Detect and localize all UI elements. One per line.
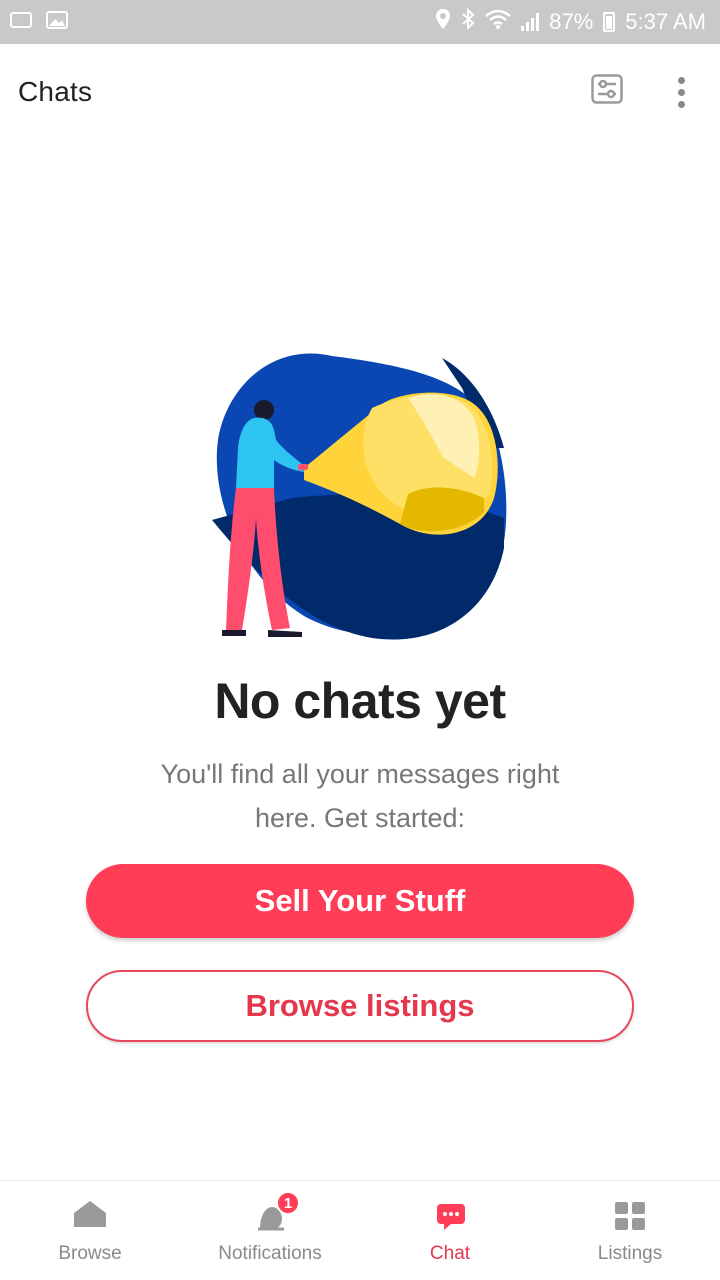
- location-icon: [435, 8, 451, 36]
- bottom-navigation: Browse 1 Notifications Chat Listings: [0, 1180, 720, 1280]
- filter-button[interactable]: [586, 72, 628, 110]
- home-icon: [72, 1199, 108, 1234]
- more-vert-icon: [677, 76, 685, 108]
- listings-icon: [614, 1201, 646, 1236]
- status-bar: 87% 5:37 AM: [0, 0, 720, 44]
- page-title: Chats: [18, 76, 93, 107]
- nav-label-browse: Browse: [58, 1243, 122, 1264]
- nav-label-notifications: Notifications: [218, 1243, 322, 1264]
- battery-icon: [603, 12, 616, 32]
- status-time: 5:37 AM: [625, 9, 706, 34]
- empty-state-title: No chats yet: [214, 673, 506, 729]
- notification-badge: 1: [276, 1191, 300, 1215]
- empty-chats-illustration: [212, 348, 510, 642]
- nav-label-chat: Chat: [429, 1243, 471, 1264]
- empty-state-subtitle: You'll find all your messages right here…: [160, 759, 560, 833]
- status-right: 87% 5:37 AM: [435, 7, 706, 36]
- battery-percent: 87%: [549, 9, 594, 34]
- signal-icon: [521, 13, 540, 31]
- sell-your-stuff-button[interactable]: Sell Your Stuff: [86, 864, 634, 938]
- nav-item-listings[interactable]: Listings: [580, 1181, 680, 1280]
- status-left: [10, 11, 68, 33]
- bluetooth-icon: [461, 7, 475, 36]
- nav-item-chat[interactable]: Chat: [410, 1181, 490, 1280]
- nav-label-listings: Listings: [597, 1243, 663, 1264]
- image-icon: [46, 11, 68, 33]
- nav-item-browse[interactable]: Browse: [40, 1181, 140, 1280]
- nav-item-notifications[interactable]: 1 Notifications: [200, 1181, 340, 1280]
- more-options-button[interactable]: [662, 72, 700, 112]
- wifi-icon: [485, 9, 512, 35]
- filter-icon: [591, 73, 623, 109]
- chat-icon: [436, 1203, 466, 1236]
- notification-icon: [10, 11, 32, 33]
- chats-screen: 87% 5:37 AM Chats No chats yet You'll fi…: [0, 0, 720, 1280]
- browse-listings-button[interactable]: Browse listings: [86, 970, 634, 1042]
